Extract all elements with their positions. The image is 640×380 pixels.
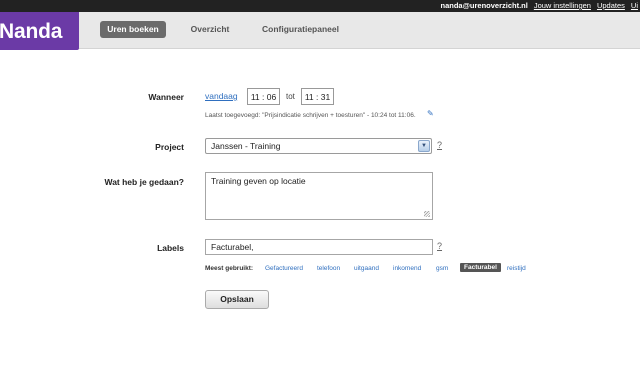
tag-inkomend[interactable]: inkomend [393, 265, 421, 272]
date-link[interactable]: vandaag [205, 91, 238, 101]
labels-input-value: Facturabel, [211, 242, 254, 252]
pencil-icon[interactable]: ✎ [427, 109, 434, 118]
user-email: nanda@urenoverzicht.nl [440, 1, 528, 10]
most-used-label: Meest gebruikt: [205, 265, 254, 272]
tag-reistijd[interactable]: reistijd [507, 265, 526, 272]
logo-text: Nanda [0, 20, 63, 43]
tag-telefoon[interactable]: telefoon [317, 265, 340, 272]
labels-label: Labels [157, 243, 184, 253]
chevron-down-icon[interactable]: ▼ [418, 140, 430, 152]
labels-input[interactable]: Facturabel, [205, 239, 433, 255]
updates-link[interactable]: Updates [597, 0, 625, 12]
project-label: Project [155, 142, 184, 152]
user-links: nanda@urenoverzicht.nl Jouw instellingen… [441, 0, 640, 12]
tag-gefactureerd[interactable]: Gefactureerd [265, 265, 303, 272]
logo: Nanda [0, 12, 79, 50]
description-text: Training geven op locatie [211, 176, 306, 186]
time-separator: tot [286, 92, 295, 101]
last-added-hint: Laatst toegevoegd: "Prijsindicatie schri… [205, 112, 416, 119]
tag-gsm[interactable]: gsm [436, 265, 448, 272]
save-button[interactable]: Opslaan [205, 290, 269, 309]
project-selected-value: Janssen - Training [211, 141, 281, 151]
tab-overzicht[interactable]: Overzicht [190, 21, 230, 38]
tab-uren-boeken[interactable]: Uren boeken [100, 21, 166, 38]
project-select[interactable]: Janssen - Training ▼ [205, 138, 432, 154]
tag-facturabel[interactable]: Facturabel [460, 263, 501, 272]
gedaan-label: Wat heb je gedaan? [104, 177, 184, 187]
end-time-input[interactable]: 11 : 31 [301, 88, 334, 105]
wanneer-label: Wanneer [148, 92, 184, 102]
settings-link[interactable]: Jouw instellingen [534, 0, 591, 12]
tab-configuratiepaneel[interactable]: Configuratiepaneel [262, 21, 339, 38]
project-help-icon[interactable]: ? [437, 140, 442, 150]
labels-help-icon[interactable]: ? [437, 241, 442, 251]
resize-grip-icon[interactable] [424, 211, 430, 217]
description-textarea[interactable]: Training geven op locatie [205, 172, 433, 220]
logout-link[interactable]: Ui [631, 0, 638, 12]
start-time-input[interactable]: 11 : 06 [247, 88, 280, 105]
tag-uitgaand[interactable]: uitgaand [354, 265, 379, 272]
